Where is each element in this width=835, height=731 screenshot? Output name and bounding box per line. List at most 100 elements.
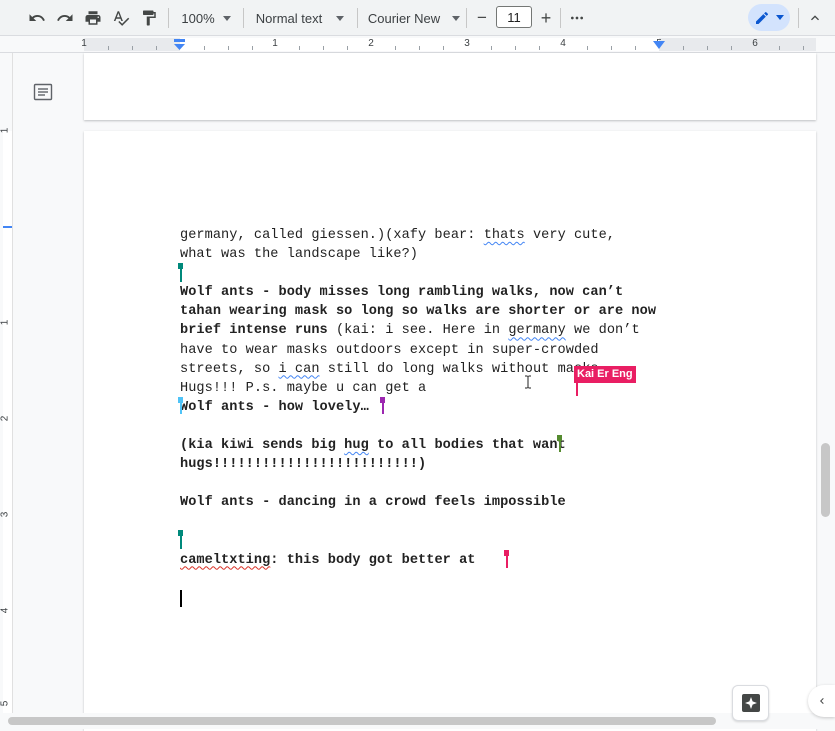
vertical-scrollbar[interactable] — [817, 53, 835, 713]
ruler-number: 6 — [752, 38, 758, 49]
empty-paragraph — [180, 264, 660, 283]
paragraph-style-select[interactable]: Normal text — [250, 5, 350, 31]
left-indent-marker[interactable] — [173, 39, 186, 50]
editing-mode-button[interactable] — [748, 4, 790, 31]
text-run: very cute, — [524, 228, 616, 243]
ruler-number: 4 — [560, 38, 566, 49]
ruler-tick — [539, 46, 540, 50]
empty-paragraph — [180, 417, 660, 436]
paragraph: Wolf ants - dancing in a crowd feels imp… — [180, 495, 566, 511]
vertical-ruler-number: 1 — [0, 127, 11, 134]
hide-menus-button[interactable] — [804, 5, 826, 31]
text-caret — [180, 590, 182, 607]
ruler-tick — [443, 46, 444, 50]
more-horizontal-icon — [571, 16, 583, 20]
chevron-up-icon — [811, 15, 819, 21]
collaborator-cursor-flag — [557, 435, 562, 441]
paint-format-icon — [143, 10, 156, 26]
outline-icon — [33, 83, 53, 101]
ruler-tick — [252, 46, 253, 50]
undo-button[interactable] — [24, 5, 50, 31]
collaborator-cursor-flag — [380, 397, 385, 403]
chevron-down-icon — [452, 15, 461, 21]
vertical-scrollbar-thumb[interactable] — [821, 443, 830, 517]
ruler-number: 1 — [272, 38, 278, 49]
increase-font-size-button[interactable]: + — [535, 5, 557, 31]
font-size-input[interactable]: 11 — [496, 6, 532, 28]
horizontal-ruler[interactable]: 1 1 2 3 4 5 6 — [0, 36, 835, 53]
explore-button[interactable] — [732, 685, 769, 721]
ruler-tick — [683, 46, 684, 50]
ruler-tick — [228, 46, 229, 50]
paint-format-button[interactable] — [136, 5, 162, 31]
ruler-tick — [395, 46, 396, 50]
chevron-down-icon — [222, 15, 231, 21]
ruler-number: 3 — [464, 38, 470, 49]
vertical-ruler-number: 5 — [0, 700, 11, 707]
empty-paragraph — [180, 512, 660, 531]
empty-paragraph — [180, 532, 660, 551]
print-button[interactable] — [80, 5, 106, 31]
spelling-error[interactable]: cameltxting — [180, 553, 270, 568]
paragraph: germany, called giessen.)(xafy bear: tha… — [180, 226, 660, 264]
toolbar-divider — [560, 8, 561, 28]
horizontal-scrollbar-thumb[interactable] — [8, 717, 716, 725]
ruler-tick — [108, 46, 109, 50]
zoom-select[interactable]: 100% — [176, 5, 236, 31]
toolbar-divider — [168, 8, 169, 28]
collaborator-name-tag: Kai Er Eng — [574, 366, 636, 383]
document-outline-button[interactable] — [33, 82, 53, 107]
more-options-button[interactable] — [566, 5, 588, 31]
ruler-number: 2 — [368, 38, 374, 49]
collaborator-cursor-flag — [178, 397, 183, 403]
spelling-suggestion[interactable]: thats — [484, 228, 525, 243]
ruler-tick — [132, 46, 133, 50]
spellcheck-button[interactable] — [108, 5, 134, 31]
decrease-font-size-button[interactable]: − — [471, 5, 493, 31]
vertical-ruler-number: 3 — [0, 511, 11, 518]
font-family-select[interactable]: Courier New — [364, 5, 464, 31]
paragraph: cameltxting: this body got better at — [180, 551, 660, 570]
text-run: germany, called giessen.)(xafy bear: — [180, 228, 484, 243]
ruler-tick — [419, 46, 420, 50]
ruler-tick — [156, 46, 157, 50]
ruler-tick — [347, 46, 348, 50]
collaborator-cursor-flag — [178, 263, 183, 269]
spelling-suggestion[interactable]: hug — [344, 438, 369, 453]
text-cursor-icon — [525, 375, 531, 389]
vertical-ruler-track — [3, 131, 12, 713]
right-indent-marker[interactable] — [653, 41, 665, 49]
ruler-tick — [803, 46, 804, 50]
vertical-ruler-number: 2 — [0, 415, 11, 422]
text-run: (kia kiwi sends big — [180, 438, 345, 454]
document-body[interactable]: germany, called giessen.)(xafy bear: tha… — [180, 226, 660, 589]
chevron-down-icon — [336, 15, 345, 21]
text-run: (kai: i see. Here in — [327, 323, 509, 339]
ruler-tick — [635, 46, 636, 50]
ruler-tick — [611, 46, 612, 50]
text-run: : this body got better at — [270, 552, 484, 568]
vertical-ruler-number: 1 — [0, 319, 11, 326]
vertical-ruler[interactable]: 1 1 2 3 4 5 — [0, 53, 13, 713]
paragraph: Wolf ants - how lovely… — [180, 399, 369, 415]
ruler-tick — [731, 46, 732, 50]
side-panel-toggle[interactable] — [808, 685, 835, 717]
spelling-suggestion[interactable]: germany — [508, 323, 565, 338]
chevron-left-icon — [819, 698, 824, 704]
toolbar-divider — [243, 8, 244, 28]
top-margin-marker[interactable] — [3, 226, 12, 228]
toolbar: 100% Normal text Courier New − 11 + — [0, 0, 835, 36]
sparkle-icon — [741, 694, 760, 712]
spelling-suggestion[interactable]: i can — [279, 362, 320, 377]
redo-icon — [57, 14, 73, 21]
redo-button[interactable] — [52, 5, 78, 31]
empty-paragraph — [180, 474, 660, 493]
empty-paragraph — [180, 570, 660, 589]
collaborator-cursor-flag — [178, 530, 183, 536]
horizontal-scrollbar[interactable] — [0, 713, 835, 729]
toolbar-divider — [466, 8, 467, 28]
print-icon — [85, 11, 101, 25]
ruler-tick — [707, 46, 708, 50]
ruler-tick — [204, 46, 205, 50]
font-family-value: Courier New — [367, 10, 441, 26]
